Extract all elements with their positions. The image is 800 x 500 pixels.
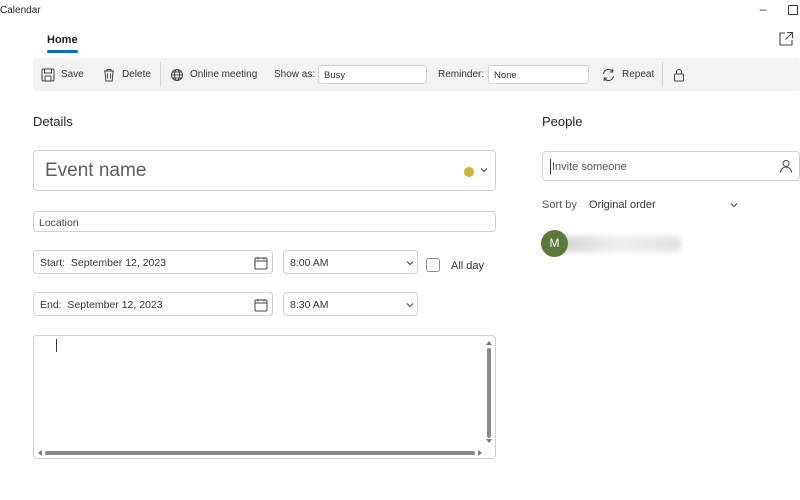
chevron-down-icon [406,303,414,308]
repeat-label: Repeat [622,69,655,80]
lock-icon [674,68,684,81]
calendar-icon[interactable] [254,298,268,312]
all-day-checkbox[interactable] [426,258,440,272]
attendee-avatar[interactable]: M [541,230,568,257]
start-date-label: Start: September 12, 2023 [40,257,167,269]
online-meeting-label: Online meeting [190,69,258,80]
repeat-icon [602,68,615,81]
end-date-label: End: September 12, 2023 [40,299,163,311]
start-time-value: 8:00 AM [290,257,329,269]
scroll-down-arrow[interactable] [486,439,492,444]
event-color-picker[interactable] [464,167,474,177]
start-time-select[interactable]: 8:00 AM [283,250,418,274]
chevron-down-icon[interactable] [730,201,738,209]
person-icon[interactable] [779,159,793,173]
chevron-down-icon [406,261,414,266]
online-meeting-button[interactable]: Online meeting [170,58,257,91]
event-name-placeholder: Event name [45,160,147,181]
delete-label: Delete [122,69,151,80]
save-label: Save [61,69,84,80]
start-date-picker[interactable]: Start: September 12, 2023 [33,250,273,274]
app-title: Calendar [0,5,41,16]
details-heading: Details [33,114,73,129]
scroll-right-arrow[interactable] [478,450,483,456]
people-heading: People [542,114,583,129]
repeat-button[interactable]: Repeat [601,58,654,91]
attendee-name-redacted [560,236,682,252]
end-time-value: 8:30 AM [290,299,329,311]
scroll-left-arrow[interactable] [37,450,42,456]
reminder-value: None [494,70,517,81]
globe-icon [171,68,183,81]
minimize-button[interactable]: – [755,2,771,18]
ribbon-divider [662,62,663,87]
reminder-label: Reminder: [438,69,485,80]
text-caret [550,159,551,174]
sort-by-label: Sort by [542,199,577,211]
end-time-select[interactable]: 8:30 AM [283,292,418,316]
save-icon [41,68,55,81]
tab-active-indicator [47,50,78,53]
invite-someone-input[interactable]: Invite someone [542,151,800,181]
maximize-button[interactable] [788,5,798,15]
event-notes-editor[interactable] [33,335,496,459]
show-as-value: Busy [324,70,346,81]
tab-home[interactable]: Home [47,34,78,46]
horizontal-scrollbar-thumb[interactable] [45,451,475,455]
event-name-input[interactable]: Event name [33,150,496,191]
show-as-label: Show as: [274,69,316,80]
vertical-scrollbar-thumb[interactable] [487,348,491,438]
invite-placeholder: Invite someone [552,161,627,173]
sort-by-value[interactable]: Original order [589,199,656,211]
title-bar: Calendar – [0,0,800,22]
show-as-select[interactable]: Busy [318,65,427,84]
ribbon-toolbar: Save Delete Online meeting Show as: Busy… [33,58,800,91]
delete-button[interactable]: Delete [102,58,151,91]
end-date-picker[interactable]: End: September 12, 2023 [33,292,273,316]
save-button[interactable]: Save [41,58,84,91]
all-day-label[interactable]: All day [451,260,484,272]
calendar-icon[interactable] [254,256,268,270]
location-placeholder: Location [39,217,79,229]
text-caret [56,339,57,352]
private-button[interactable] [673,58,691,91]
scroll-up-arrow[interactable] [486,340,492,345]
reminder-select[interactable]: None [488,65,589,84]
ribbon-divider [160,62,161,87]
chevron-down-icon[interactable] [480,166,488,174]
pop-out-icon[interactable] [778,31,794,47]
location-input[interactable]: Location [33,211,496,232]
trash-icon [104,68,114,81]
